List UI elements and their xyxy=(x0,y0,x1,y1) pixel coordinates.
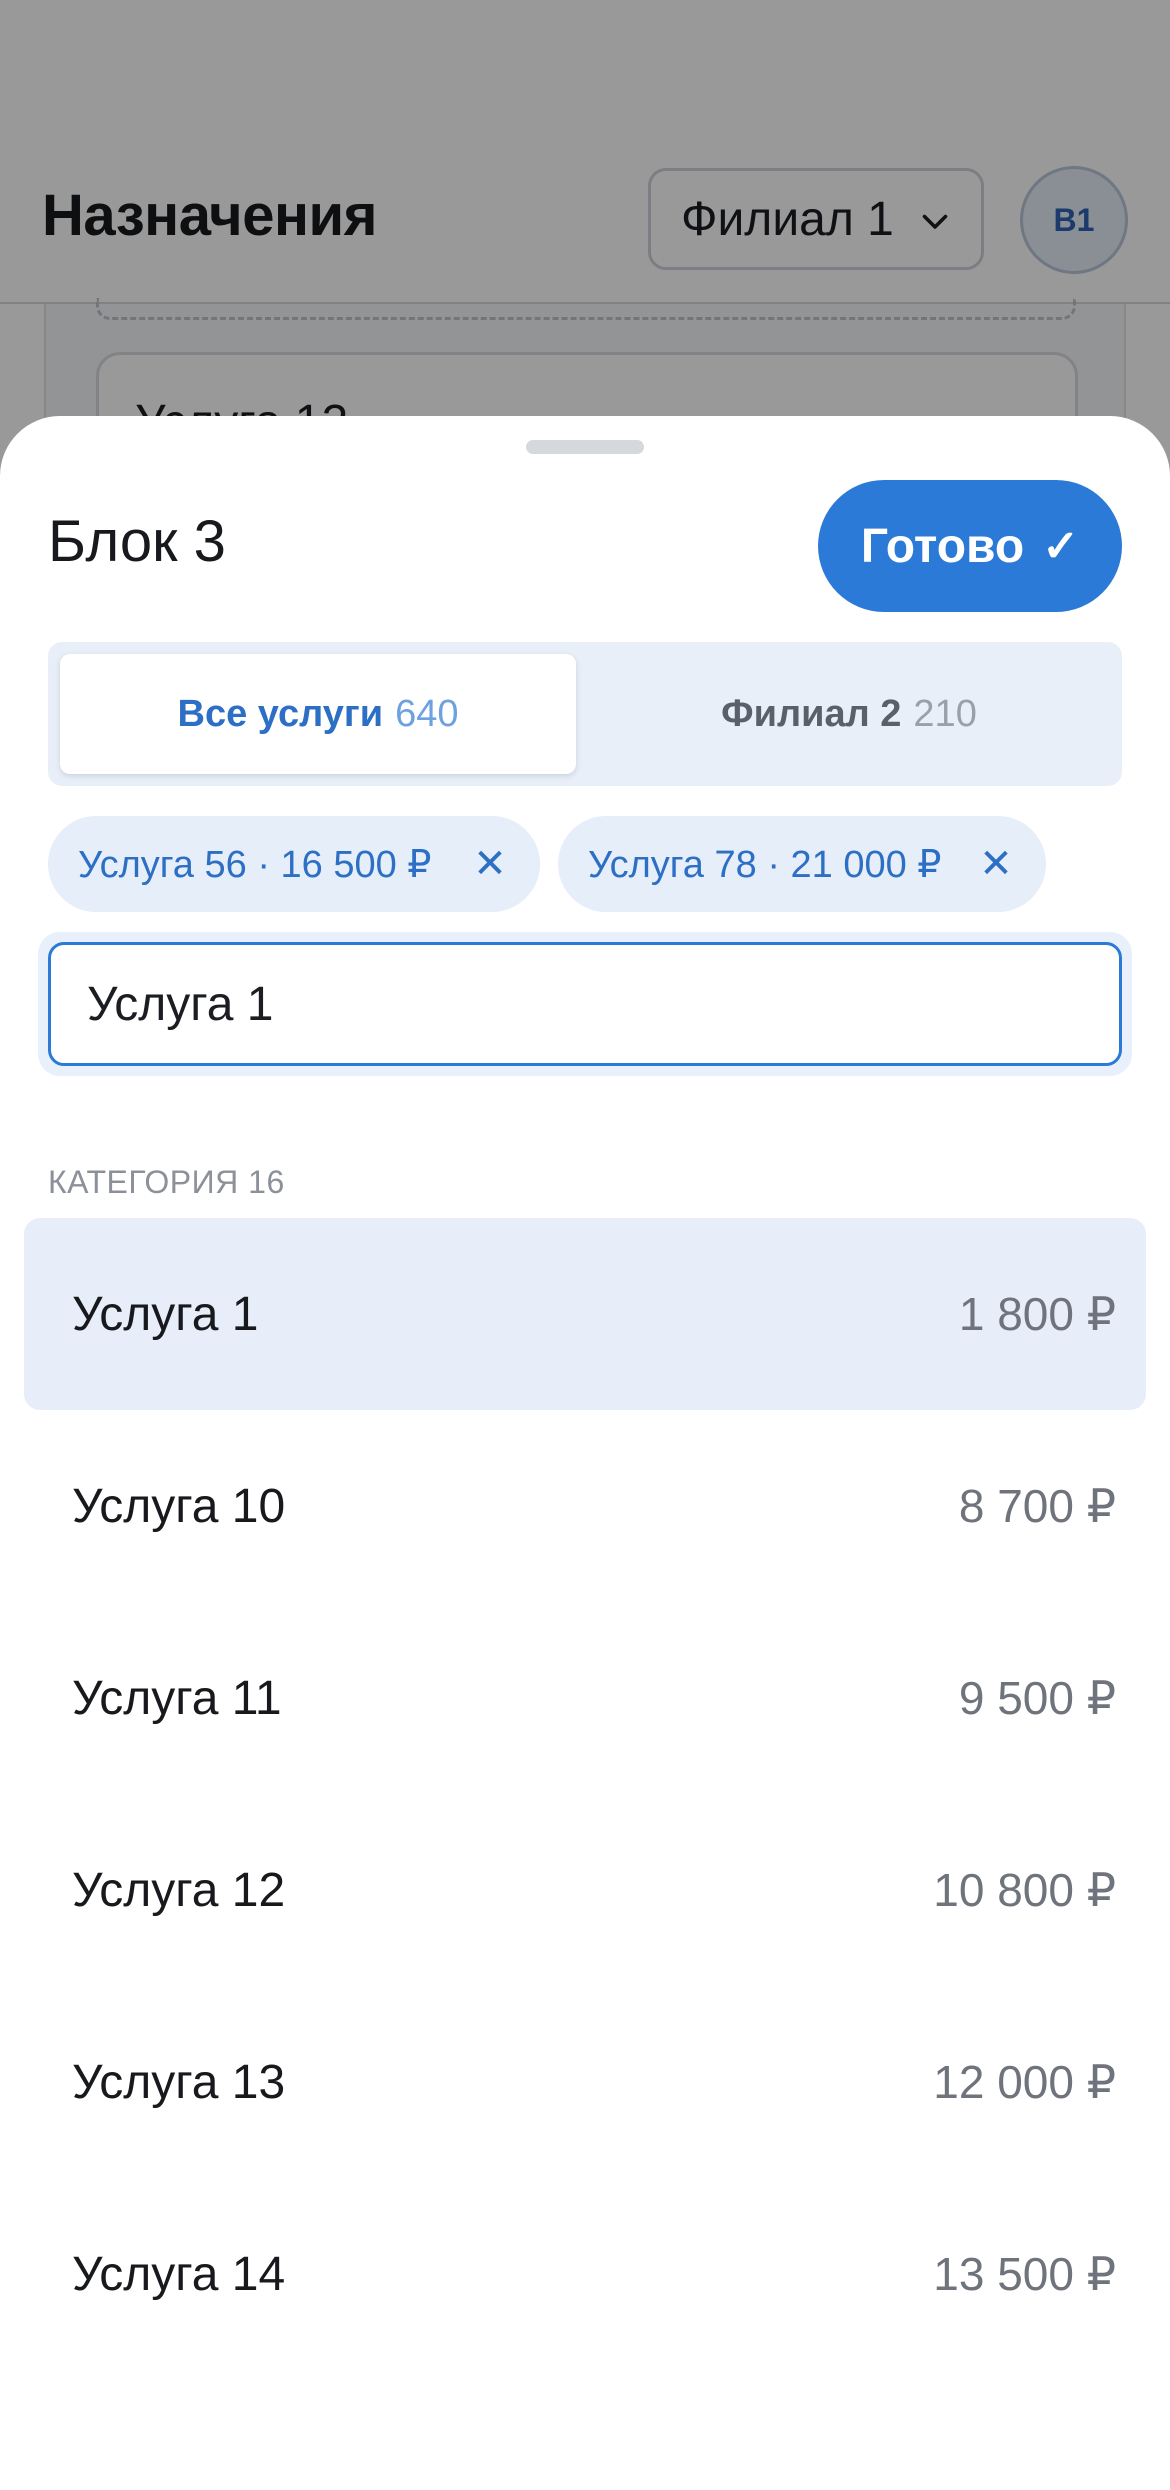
done-button[interactable]: Готово ✓ xyxy=(818,480,1122,612)
service-name: Услуга 1 xyxy=(72,1287,259,1341)
chip-label: Услуга 78 · 21 000 ₽ xyxy=(588,843,942,886)
service-name: Услуга 13 xyxy=(72,2055,286,2109)
selected-service-chip: Услуга 56 · 16 500 ₽ ✕ xyxy=(48,816,540,912)
service-price: 8 700 ₽ xyxy=(958,1480,1116,1532)
service-row[interactable]: Услуга 14 13 500 ₽ xyxy=(24,2178,1146,2370)
tab-count: 210 xyxy=(913,692,977,735)
close-icon[interactable]: ✕ xyxy=(976,842,1016,886)
service-row[interactable]: Услуга 11 9 500 ₽ xyxy=(24,1602,1146,1794)
drag-handle[interactable] xyxy=(526,440,644,454)
service-row[interactable]: Услуга 10 8 700 ₽ xyxy=(24,1410,1146,1602)
category-header: КАТЕГОРИЯ 16 xyxy=(48,1164,285,1200)
bottom-sheet: Блок 3 Готово ✓ Все услуги 640 Филиал 2 … xyxy=(0,416,1170,2490)
selected-service-chip: Услуга 78 · 21 000 ₽ ✕ xyxy=(558,816,1046,912)
done-button-label: Готово xyxy=(860,519,1025,573)
tab-label: Все услуги xyxy=(177,692,384,735)
screen: Назначения Филиал 1 В1 Услуга 12 Блок 3 … xyxy=(0,0,1170,2490)
service-row[interactable]: Услуга 12 10 800 ₽ xyxy=(24,1794,1146,1986)
tab-branch-2[interactable]: Филиал 2 210 xyxy=(588,654,1110,774)
service-name: Услуга 11 xyxy=(72,1671,282,1725)
search-input[interactable] xyxy=(48,942,1122,1066)
service-name: Услуга 12 xyxy=(72,1863,286,1917)
search-focus-ring xyxy=(38,932,1132,1076)
chip-label: Услуга 56 · 16 500 ₽ xyxy=(78,843,432,886)
service-price: 10 800 ₽ xyxy=(933,1864,1116,1916)
tab-count: 640 xyxy=(395,692,459,735)
service-name: Услуга 10 xyxy=(72,1479,286,1533)
service-price: 12 000 ₽ xyxy=(933,2056,1116,2108)
close-icon[interactable]: ✕ xyxy=(470,842,510,886)
service-price: 1 800 ₽ xyxy=(958,1288,1116,1340)
service-price: 13 500 ₽ xyxy=(933,2248,1116,2300)
service-price: 9 500 ₽ xyxy=(958,1672,1116,1724)
service-list: Услуга 1 1 800 ₽ Услуга 10 8 700 ₽ Услуг… xyxy=(24,1218,1146,2370)
tab-label: Филиал 2 xyxy=(721,692,902,735)
service-row[interactable]: Услуга 1 1 800 ₽ xyxy=(24,1218,1146,1410)
scope-tabs: Все услуги 640 Филиал 2 210 xyxy=(48,642,1122,786)
sheet-title: Блок 3 xyxy=(48,509,226,574)
check-icon: ✓ xyxy=(1042,521,1080,571)
tab-all-services[interactable]: Все услуги 640 xyxy=(60,654,576,774)
service-row[interactable]: Услуга 13 12 000 ₽ xyxy=(24,1986,1146,2178)
service-name: Услуга 14 xyxy=(72,2247,286,2301)
